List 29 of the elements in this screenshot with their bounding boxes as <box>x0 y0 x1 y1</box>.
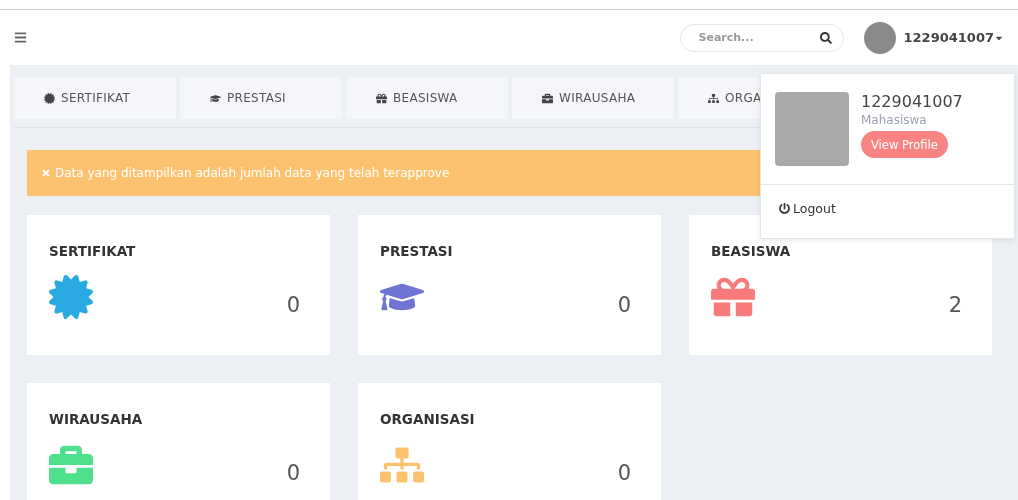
profile-name: 1229041007 <box>861 92 963 111</box>
card-count: 0 <box>617 293 631 317</box>
tab[interactable]: BEASISWA <box>346 77 508 119</box>
card-title: PRESTASI <box>380 243 454 259</box>
power-icon <box>779 203 790 214</box>
logout-link[interactable]: Logout <box>779 201 836 216</box>
tab[interactable]: WIRAUSAHA <box>512 77 674 119</box>
tab[interactable]: PRESTASI <box>180 77 342 119</box>
card-count: 2 <box>948 293 962 317</box>
sitemap-icon <box>708 92 719 104</box>
avatar[interactable] <box>863 21 896 54</box>
card-count: 0 <box>286 293 300 317</box>
user-name[interactable]: 1229041007 <box>903 30 994 45</box>
search-field[interactable]: Search... <box>679 23 844 52</box>
card-count: 0 <box>617 461 631 485</box>
card-count: 0 <box>286 461 300 485</box>
search-icon[interactable] <box>819 31 832 44</box>
tab[interactable]: SERTIFIKAT <box>14 77 176 119</box>
menu-icon[interactable] <box>14 31 27 44</box>
gift-icon <box>376 92 387 104</box>
profile-role: Mahasiswa <box>861 113 927 127</box>
alert-text: Data yang ditampilkan adalah jumlah data yang telah terapprove <box>55 166 450 180</box>
card-title: SERTIFIKAT <box>49 243 137 259</box>
card-title: BEASISWA <box>711 243 792 259</box>
cap-icon <box>210 92 221 104</box>
card-title: WIRAUSAHA <box>49 411 144 427</box>
certificate-icon <box>44 92 55 104</box>
briefcase-icon <box>542 92 553 104</box>
card-title: ORGANISASI <box>380 411 476 427</box>
